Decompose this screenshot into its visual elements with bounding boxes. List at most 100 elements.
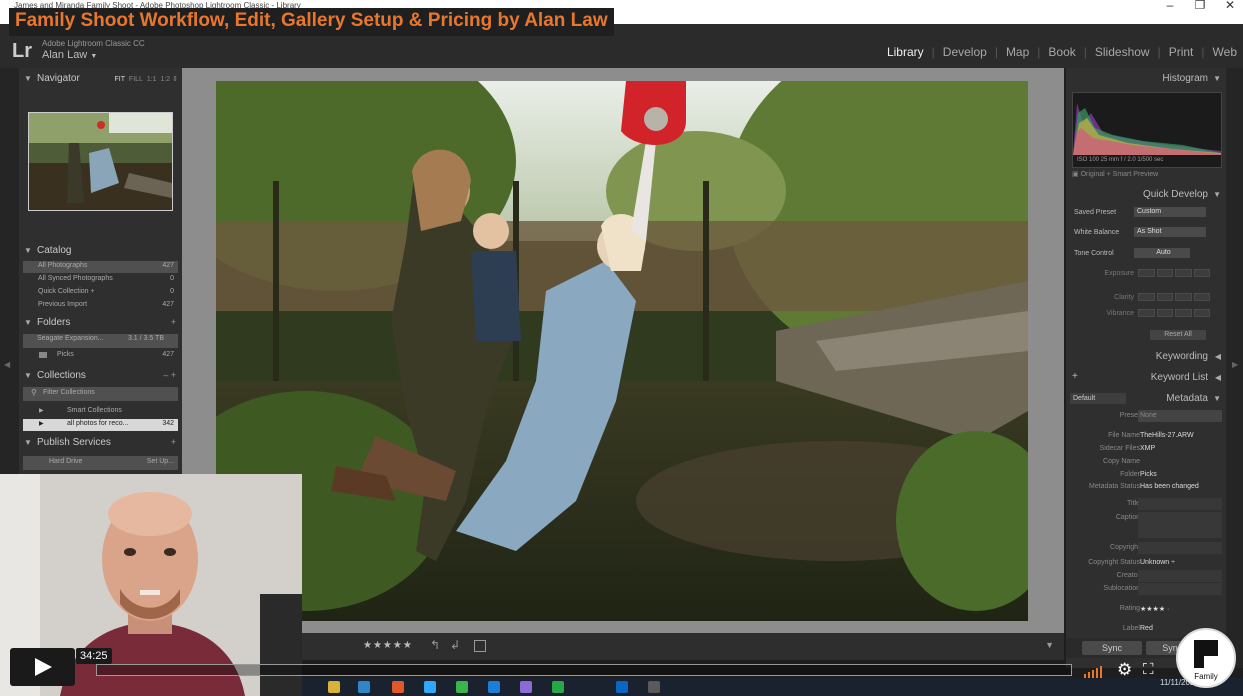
histogram[interactable]: ISO 100 25 mm f / 2.0 1/500 sec [1072, 92, 1222, 168]
copyright-field[interactable] [1138, 542, 1222, 554]
close-button[interactable]: ✕ [1216, 0, 1243, 11]
creator-field[interactable] [1138, 570, 1222, 582]
chrome-icon[interactable] [456, 681, 468, 693]
rotate-right-icon[interactable]: ↲ [450, 638, 460, 652]
metadata-field-label: Creator [1116, 572, 1140, 579]
add-publish-button[interactable]: + [171, 437, 176, 447]
triangle-down-icon: ▼ [1213, 190, 1221, 199]
saved-preset-select[interactable]: Custom [1134, 207, 1206, 217]
app-icon[interactable] [358, 681, 370, 693]
brand-logo[interactable]: Family [1176, 628, 1236, 688]
navigator-zoom: FIT FILL 1:1 1:2 ⇕ [114, 76, 178, 83]
toolbar-menu-icon[interactable]: ▼ [1045, 640, 1054, 650]
metadata-header[interactable]: Metadata ▼ Default [1066, 390, 1226, 408]
title-field[interactable] [1138, 498, 1222, 510]
zoom-fill[interactable]: FILL [129, 76, 143, 83]
keywording-title: Keywording [1155, 351, 1208, 362]
identity-plate[interactable]: Alan Law ▼ [42, 49, 97, 61]
play-button[interactable] [10, 648, 75, 686]
main-photo[interactable] [216, 81, 1028, 621]
sublocation-field[interactable] [1138, 583, 1222, 595]
keyword-list-header[interactable]: + Keyword List ◀ [1066, 369, 1226, 387]
folders-header[interactable]: ▼ Folders + [19, 314, 182, 332]
smart-preview-status[interactable]: ▣ Original + Smart Preview [1072, 170, 1158, 178]
file-explorer-icon[interactable] [328, 681, 340, 693]
module-book[interactable]: Book [1048, 45, 1075, 59]
app-icon[interactable] [552, 681, 564, 693]
gear-icon[interactable]: ⚙ [1117, 660, 1132, 680]
saved-preset-label: Saved Preset [1074, 209, 1117, 216]
publish-services-header[interactable]: ▼ Publish Services + [19, 434, 182, 452]
metadata-field-value[interactable]: TheHills-27.ARW [1140, 432, 1194, 439]
exposure-buttons[interactable] [1138, 269, 1210, 277]
fullscreen-icon[interactable]: ⛶ [1143, 661, 1154, 678]
label-value[interactable]: Red [1140, 625, 1153, 632]
module-map[interactable]: Map [1006, 45, 1029, 59]
module-print[interactable]: Print [1169, 45, 1194, 59]
add-folder-button[interactable]: + [171, 317, 176, 327]
module-slideshow[interactable]: Slideshow [1095, 45, 1150, 59]
metadata-field-label: Sidecar Files [1099, 445, 1140, 452]
metadata-field-value: Has been changed [1140, 483, 1199, 490]
product-name: Adobe Lightroom Classic CC [42, 39, 145, 48]
minimize-button[interactable]: – [1156, 0, 1184, 11]
metadata-field-value[interactable]: Unknown ÷ [1140, 559, 1175, 566]
publish-services-title: Publish Services [37, 437, 111, 448]
collections-header[interactable]: ▼ Collections – + [19, 367, 182, 385]
video-progress-bar[interactable] [96, 664, 1072, 676]
maximize-button[interactable]: ❐ [1186, 0, 1214, 11]
volume-row[interactable]: Seagate Expansion... 3.1 / 3.5 TB [23, 334, 178, 348]
library-toolbar: ★★★★★ ↰ ↲ ▼ [182, 633, 1064, 660]
add-keyword-button[interactable]: + [1072, 371, 1078, 382]
module-develop[interactable]: Develop [943, 45, 987, 59]
catalog-item[interactable]: Quick Collection + 0 [23, 287, 178, 299]
app-icon[interactable] [648, 681, 660, 693]
catalog-item[interactable]: All Synced Photographs 0 [23, 274, 178, 286]
catalog-item[interactable]: All Photographs 427 [23, 261, 178, 273]
rotate-left-icon[interactable]: ↰ [430, 638, 440, 652]
clarity-buttons[interactable] [1138, 293, 1210, 301]
setup-button[interactable]: Set Up... [147, 458, 174, 465]
navigator-preview[interactable] [28, 112, 173, 211]
app-icon[interactable] [520, 681, 532, 693]
metadata-field-label: Rating [1119, 605, 1140, 612]
lightroom-taskbar-icon[interactable] [424, 681, 436, 693]
volume-icon[interactable] [1084, 664, 1108, 678]
right-panel: Histogram ▼ ISO 100 25 mm f / 2.0 1/500 … [1066, 68, 1226, 668]
app-icon[interactable] [488, 681, 500, 693]
catalog-item[interactable]: Previous Import 427 [23, 300, 178, 312]
metadata-mode-select[interactable]: Default [1070, 393, 1126, 404]
module-library[interactable]: Library [887, 45, 924, 59]
collection-controls[interactable]: – + [163, 370, 176, 380]
navigator-header[interactable]: ▼ Navigator FIT FILL 1:1 1:2 ⇕ [19, 70, 182, 88]
white-balance-select[interactable]: As Shot [1134, 227, 1206, 237]
folder-item[interactable]: Picks 427 [23, 350, 178, 362]
filter-collections[interactable]: ⚲ Filter Collections [23, 387, 178, 401]
collection-item[interactable]: ▶ Smart Collections [23, 406, 178, 418]
crop-icon[interactable] [474, 640, 486, 652]
vibrance-buttons[interactable] [1138, 309, 1210, 317]
collection-item[interactable]: ▶ all photos for reco... 342 [23, 419, 178, 431]
auto-tone-button[interactable]: Auto [1134, 248, 1190, 258]
search-icon: ⚲ [31, 388, 37, 397]
collapse-right-icon[interactable]: ▶ [1232, 360, 1238, 369]
rating-stars[interactable]: ★★★★★ [363, 640, 413, 651]
zoom-1-1[interactable]: 1:1 [147, 76, 157, 83]
play-icon [35, 658, 52, 676]
zoom-fit[interactable]: FIT [115, 76, 126, 83]
sync-metadata-button[interactable]: Sync [1082, 641, 1142, 655]
zoom-1-2[interactable]: 1:2 [160, 76, 170, 83]
histogram-header[interactable]: Histogram ▼ [1066, 70, 1226, 88]
caption-field[interactable] [1138, 512, 1222, 538]
rating-value[interactable]: ★★★★ · [1140, 605, 1169, 613]
catalog-header[interactable]: ▼ Catalog [19, 242, 182, 260]
quick-develop-header[interactable]: Quick Develop ▼ [1066, 186, 1226, 204]
keywording-header[interactable]: Keywording ◀ [1066, 348, 1226, 366]
module-web[interactable]: Web [1213, 45, 1237, 59]
publish-item[interactable]: Hard Drive Set Up... [23, 456, 178, 470]
reset-all-button[interactable]: Reset All [1150, 330, 1206, 340]
collapse-left-icon[interactable]: ◀ [4, 360, 10, 369]
collection-label: Smart Collections [67, 407, 122, 414]
app-icon[interactable] [616, 681, 628, 693]
app-icon[interactable] [392, 681, 404, 693]
